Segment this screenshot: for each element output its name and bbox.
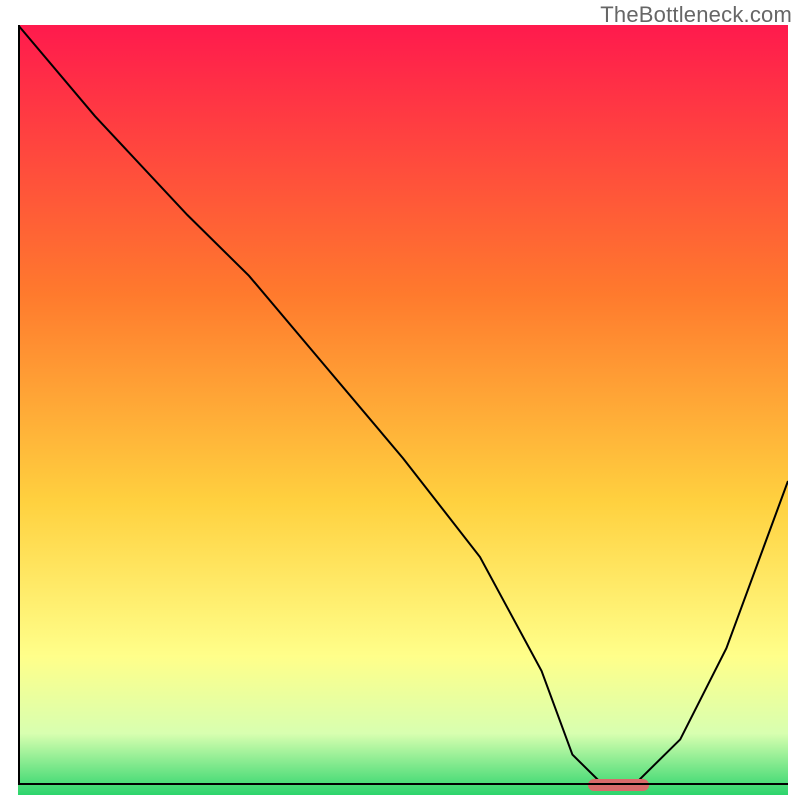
bottleneck-curve: [18, 25, 788, 785]
plot-frame: [18, 25, 788, 785]
chart-stage: TheBottleneck.com: [0, 0, 800, 800]
optimal-range-marker: [588, 779, 650, 791]
watermark-text: TheBottleneck.com: [600, 2, 792, 28]
